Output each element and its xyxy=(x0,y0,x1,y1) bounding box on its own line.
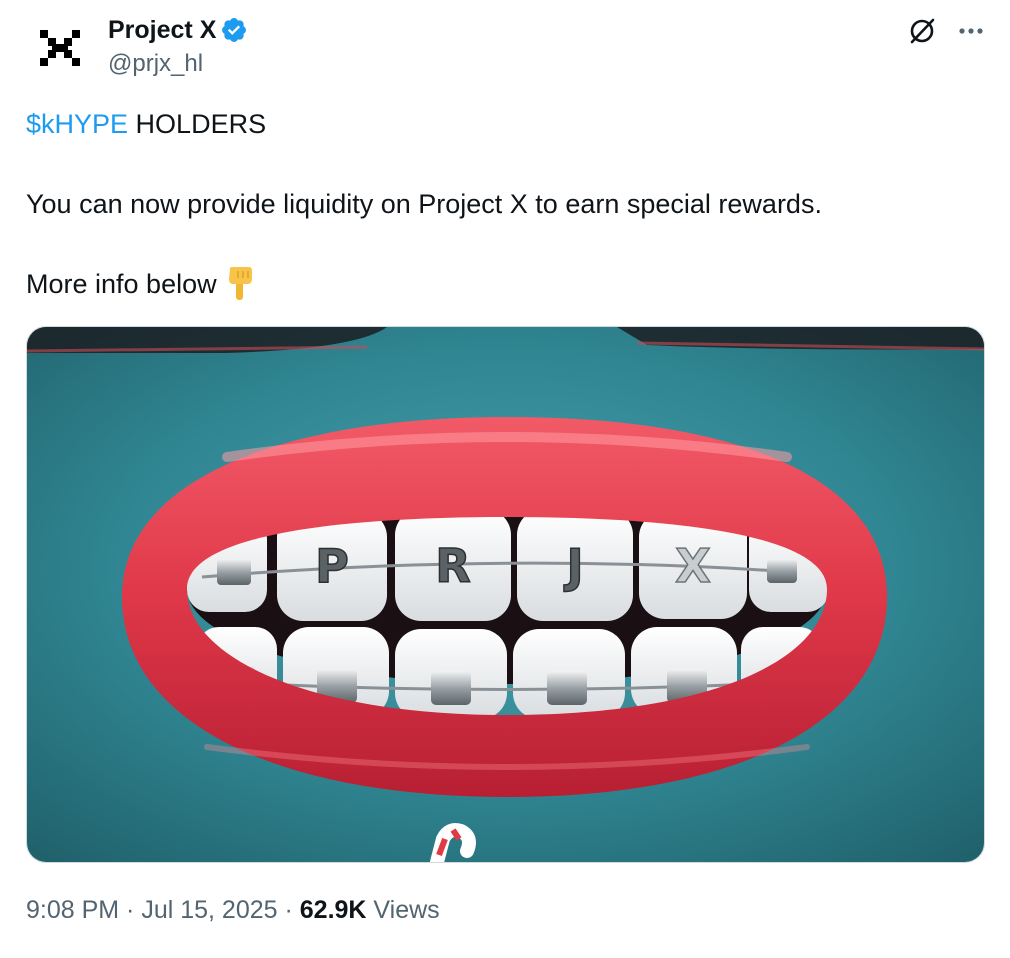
more-dots-icon[interactable] xyxy=(954,14,988,48)
tweet-time[interactable]: 9:08 PM xyxy=(26,896,119,924)
braces-letter-j: J xyxy=(563,539,583,593)
meta-separator: · xyxy=(119,896,142,924)
tweet-card: Project X @prjx_hl $kHYPE HOLDERS You ca… xyxy=(0,0,1010,958)
project-x-logo-icon xyxy=(24,10,96,82)
braces-letter-p: P xyxy=(315,539,349,593)
tweet-line-2: You can now provide liquidity on Project… xyxy=(26,189,822,219)
views-count[interactable]: 62.9K xyxy=(300,896,367,924)
cashtag-link[interactable]: $kHYPE xyxy=(26,109,128,139)
verified-badge-icon[interactable] xyxy=(220,16,248,44)
author-handle[interactable]: @prjx_hl xyxy=(108,48,248,80)
braces-letter-x: X xyxy=(675,539,710,593)
author-info: Project X @prjx_hl xyxy=(108,14,248,80)
tweet-line-1-text: HOLDERS xyxy=(128,109,267,139)
tweet-line-1: $kHYPE HOLDERS xyxy=(26,104,986,144)
pointing-down-hand-icon xyxy=(225,265,255,301)
tweet-media-image[interactable]: P R J X xyxy=(26,326,985,863)
author-avatar[interactable] xyxy=(24,10,96,82)
views-label: Views xyxy=(366,896,440,924)
tweet-line-3: More info below xyxy=(26,264,986,304)
header-actions xyxy=(906,14,988,48)
meta-separator-2: · xyxy=(277,896,300,924)
tweet-text: $kHYPE HOLDERS You can now provide liqui… xyxy=(26,104,986,304)
braces-letter-r: R xyxy=(435,539,470,593)
author-display-name[interactable]: Project X xyxy=(108,14,216,46)
tweet-meta: 9:08 PM · Jul 15, 2025 · 62.9K Views xyxy=(26,892,440,928)
grok-icon[interactable] xyxy=(906,15,938,47)
tweet-line-3-text: More info below xyxy=(26,269,217,299)
braces-mouth-illustration: P R J X xyxy=(27,327,984,862)
tweet-date[interactable]: Jul 15, 2025 xyxy=(141,896,277,924)
